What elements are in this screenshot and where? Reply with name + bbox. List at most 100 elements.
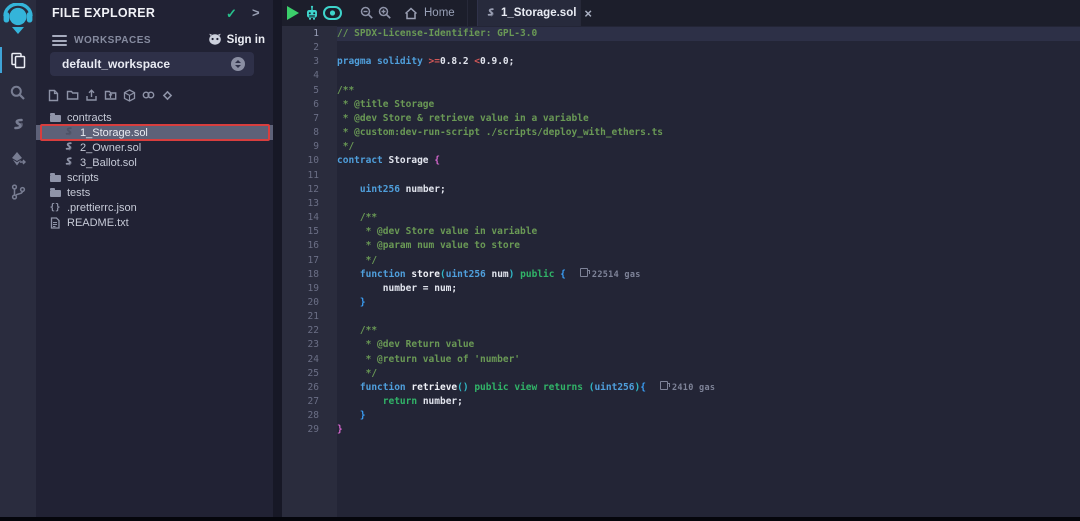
workspace-dropdown[interactable]: default_workspace [50,52,254,76]
tree-item-3_Ballot.sol[interactable]: 3_Ballot.sol [36,155,273,170]
tree-item-contracts[interactable]: contracts [36,110,273,125]
code-line-1: // SPDX-License-Identifier: GPL-3.0 [337,27,1080,41]
code-line-24: * @return value of 'number' [337,353,1080,367]
tab-1_Storage.sol[interactable]: 1_Storage.sol× [477,0,581,26]
activity-item-search[interactable] [0,77,36,109]
gas-pump-icon [580,268,588,277]
line-number: 17 [282,254,337,268]
activity-item-git[interactable] [0,176,36,208]
line-number: 8 [282,126,337,140]
line-number: 13 [282,197,337,211]
line-number: 1 [282,27,337,41]
zoom-in-icon[interactable] [376,0,393,26]
close-tab-icon[interactable]: × [584,6,592,21]
ai-robot-icon[interactable] [303,0,321,26]
line-number: 22 [282,324,337,338]
line-number: 5 [282,84,337,98]
tree-item-label: tests [67,187,90,199]
code-line-17: */ [337,254,1080,268]
line-number: 26 [282,381,337,395]
tree-item-tests[interactable]: tests [36,185,273,200]
ipfs-cube-icon[interactable] [123,88,136,102]
json-icon: {} [49,203,61,213]
panel-splitter[interactable] [273,0,282,517]
line-number: 16 [282,239,337,253]
solidity-file-icon [62,127,74,138]
search-icon [10,85,26,101]
solidity-file-icon [62,157,74,168]
code-line-21 [337,310,1080,324]
diamond-icon[interactable] [161,88,174,102]
line-number: 3 [282,55,337,69]
tree-item-scripts[interactable]: scripts [36,170,273,185]
code-line-16: * @param num value to store [337,239,1080,253]
tab-label: 1_Storage.sol [501,7,576,19]
tree-item-2_Owner.sol[interactable]: 2_Owner.sol [36,140,273,155]
code-line-6: * @title Storage [337,98,1080,112]
deploy-run-icon [10,151,26,167]
line-number: 18 [282,268,337,282]
activity-bar [0,0,36,521]
code-line-25: */ [337,367,1080,381]
check-icon[interactable]: ✓ [226,6,237,22]
file-explorer-icon [10,52,27,69]
line-number: 23 [282,338,337,352]
activity-item-file-explorer[interactable] [0,44,36,76]
chevron-right-icon[interactable]: > [252,5,260,20]
gas-pump-icon [660,381,668,390]
code-line-11 [337,169,1080,183]
tree-item-1_Storage.sol[interactable]: 1_Storage.sol [36,125,273,140]
code-line-26: function retrieve() public view returns … [337,381,1080,395]
workspaces-label: WORKSPACES [74,35,151,46]
editor-area: Home1_Storage.sol× 123456789101112131415… [282,0,1080,517]
file-explorer-panel: FILE EXPLORER ✓ > WORKSPACES Sign in [36,0,273,517]
tab-label: Home [424,7,455,19]
file-explorer-header: FILE EXPLORER ✓ > [36,6,273,24]
solidity-file-icon [62,142,74,153]
folder-icon [49,188,61,197]
remix-logo-icon[interactable] [2,3,34,37]
tree-item-label: 1_Storage.sol [80,127,148,139]
code-line-27: return number; [337,395,1080,409]
line-number: 15 [282,225,337,239]
line-number-gutter: 1234567891011121314151617181920212223242… [282,26,337,517]
sign-in-button[interactable]: Sign in [208,33,265,46]
workspace-selected-value: default_workspace [62,57,170,71]
code-content[interactable]: // SPDX-License-Identifier: GPL-3.0pragm… [337,26,1080,517]
code-line-14: /** [337,211,1080,225]
upload-file-icon[interactable] [85,88,98,102]
folder-icon [49,173,61,182]
code-line-9: */ [337,140,1080,154]
workspaces-row: WORKSPACES Sign in [36,33,273,49]
file-tree: contracts 1_Storage.sol 2_Owner.sol3_Ballo… [36,110,273,230]
activity-item-solidity-compiler[interactable] [0,110,36,142]
tab-Home[interactable]: Home [396,0,468,26]
zoom-out-icon[interactable] [358,0,375,26]
code-editor[interactable]: 1234567891011121314151617181920212223242… [282,26,1080,517]
activity-item-deploy-run[interactable] [0,143,36,175]
code-line-7: * @dev Store & retrieve value in a varia… [337,112,1080,126]
code-line-10: contract Storage { [337,154,1080,168]
line-number: 7 [282,112,337,126]
line-number: 21 [282,310,337,324]
hamburger-menu-icon[interactable] [52,35,67,49]
line-number: 20 [282,296,337,310]
run-script-play-button[interactable] [284,0,302,26]
new-folder-icon[interactable] [66,88,79,102]
ai-copilot-toggle[interactable] [322,0,342,26]
home-icon [404,7,418,20]
new-file-icon[interactable] [47,88,60,102]
code-line-13 [337,197,1080,211]
tree-item-label: 2_Owner.sol [80,142,141,154]
folder-open-icon [49,113,61,122]
solidity-compiler-icon [11,118,26,134]
line-number: 9 [282,140,337,154]
tree-item-.prettierrc.json[interactable]: {} .prettierrc.json [36,200,273,215]
upload-folder-icon[interactable] [104,88,117,102]
tree-item-README.txt[interactable]: README.txt [36,215,273,230]
code-line-12: uint256 number; [337,183,1080,197]
link-icon[interactable] [142,88,155,102]
code-line-15: * @dev Store value in variable [337,225,1080,239]
tree-item-label: .prettierrc.json [67,202,137,214]
code-line-28: } [337,409,1080,423]
